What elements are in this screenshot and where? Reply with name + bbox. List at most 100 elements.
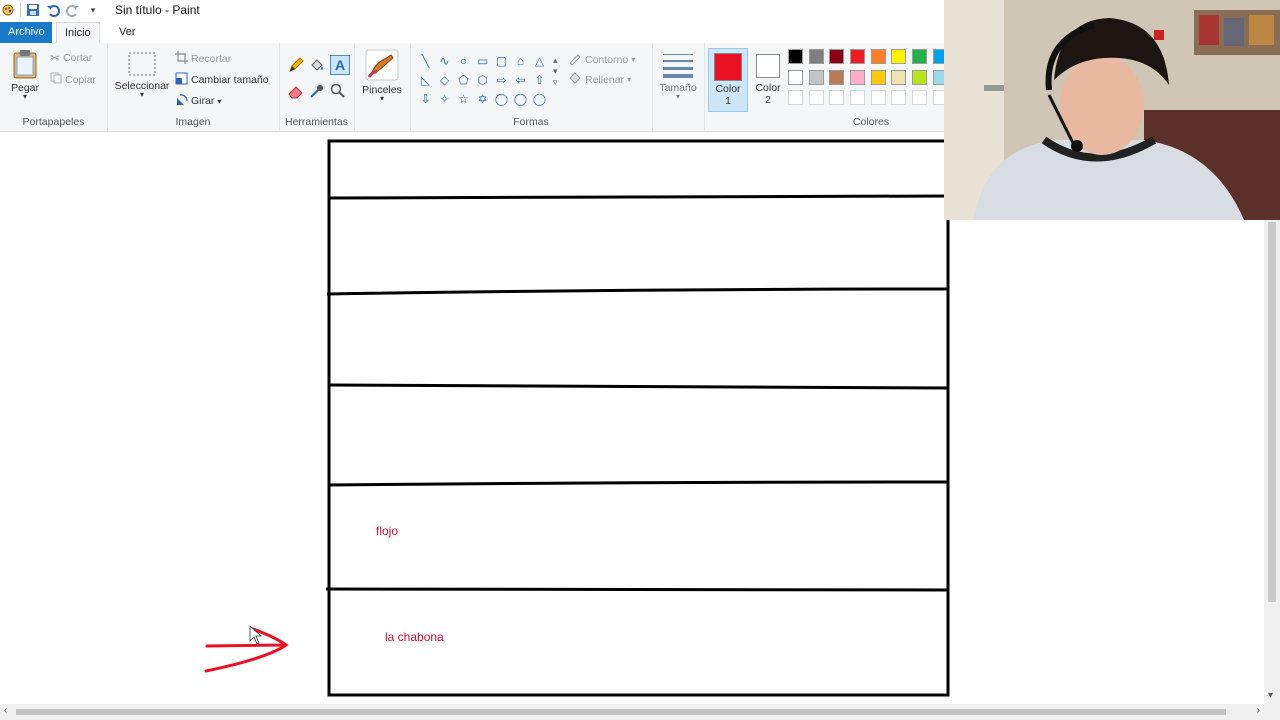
shape-19-icon[interactable]: ◯: [511, 89, 530, 108]
save-icon[interactable]: [25, 2, 41, 18]
palette-swatch-1-0[interactable]: [788, 69, 803, 85]
shape-14-icon[interactable]: ⇩: [416, 89, 435, 108]
paint-app-icon[interactable]: [0, 2, 16, 18]
colors-group-label: Colores: [852, 116, 890, 128]
palette-swatch-0-0[interactable]: [788, 49, 803, 64]
shape-0-icon[interactable]: ╲: [416, 51, 435, 70]
shape-16-icon[interactable]: ☆: [454, 89, 473, 108]
shape-10-icon[interactable]: ⬡: [473, 70, 492, 89]
shapes-group: ╲ ∿ ○ ▭ ▢ ⌂ △ ◺ ◇ ⬠ ⬡ ⇨ ⇦ ⇧ ⇩ ✧ ☆ ✡ ◯ ◯ ◯ ▴ ▾ ▿ Contorno ▾ Rell…: [410, 43, 653, 131]
shape-20-icon[interactable]: ◯: [530, 89, 549, 108]
shape-13-icon[interactable]: ⇧: [530, 70, 549, 89]
shape-6-icon[interactable]: △: [530, 51, 549, 70]
palette-swatch-0-4[interactable]: [870, 49, 886, 64]
shape-17-icon[interactable]: ✡: [473, 89, 492, 108]
shape-12-icon[interactable]: ⇦: [511, 70, 530, 89]
image-group-label: Imagen: [175, 116, 211, 128]
color1-button[interactable]: Color 1: [708, 48, 748, 112]
rotate-button[interactable]: Girar ▾: [175, 93, 221, 109]
palette-swatch-0-2[interactable]: [829, 49, 845, 64]
palette-swatch-1-1[interactable]: [808, 69, 824, 85]
brush-icon: [365, 49, 399, 81]
brushes-dropdown-icon[interactable]: ▾: [358, 95, 406, 103]
eraser-icon[interactable]: [288, 83, 304, 99]
palette-swatch-0-5[interactable]: [891, 49, 907, 64]
shape-18-icon[interactable]: ◯: [492, 89, 511, 108]
shape-1-icon[interactable]: ∿: [435, 51, 454, 70]
custom-color-slot[interactable]: [829, 90, 845, 106]
horizontal-scroll-thumb[interactable]: [16, 709, 1226, 715]
custom-color-slot[interactable]: [808, 90, 824, 106]
tab-view[interactable]: Ver: [111, 22, 144, 43]
scissors-icon: ✂: [50, 51, 61, 65]
palette-swatch-1-2[interactable]: [829, 69, 845, 85]
palette-swatch-1-3[interactable]: [850, 69, 866, 85]
shape-9-icon[interactable]: ⬠: [454, 70, 473, 89]
select-dropdown-icon[interactable]: ▾: [111, 91, 173, 99]
redo-icon[interactable]: [65, 2, 81, 18]
shape-11-icon[interactable]: ⇨: [492, 70, 511, 89]
vertical-scroll-thumb[interactable]: [1268, 222, 1276, 602]
shape-8-icon[interactable]: ◇: [435, 70, 454, 89]
table-divider-1: [328, 194, 949, 200]
horizontal-scrollbar[interactable]: ‹ ›: [0, 704, 1280, 720]
tab-home[interactable]: Inicio: [56, 22, 100, 44]
cut-button[interactable]: ✂ Cortar: [50, 51, 92, 65]
palette-swatch-0-1[interactable]: [808, 49, 824, 64]
shape-7-icon[interactable]: ◺: [416, 70, 435, 89]
shape-3-icon[interactable]: ▭: [473, 51, 492, 70]
shape-4-icon[interactable]: ▢: [492, 51, 511, 70]
palette-swatch-1-4[interactable]: [870, 69, 886, 85]
fill-button[interactable]: Rellenar ▾: [568, 71, 631, 88]
scroll-right-icon[interactable]: ›: [1257, 705, 1260, 716]
scroll-left-icon[interactable]: ‹: [4, 705, 7, 716]
palette-swatch-0-6[interactable]: [912, 49, 928, 64]
row-label-la-chabona: la chabona: [385, 630, 444, 644]
shapes-scroll-icon[interactable]: ▴ ▾ ▿: [553, 55, 558, 88]
copy-button[interactable]: Copiar: [50, 72, 96, 87]
resize-button[interactable]: Cambiar tamaño: [175, 72, 269, 88]
clipboard-icon: [13, 50, 37, 79]
table-divider-5: [325, 587, 949, 592]
custom-color-slot[interactable]: [870, 90, 886, 106]
outline-pen-icon: [568, 51, 582, 68]
size-group: Tamaño ▾: [652, 43, 705, 131]
shape-5-icon[interactable]: ⌂: [511, 51, 530, 70]
scroll-down-icon[interactable]: ▾: [1268, 690, 1273, 701]
clipboard-group-label: Portapapeles: [22, 116, 85, 128]
palette-swatch-1-6[interactable]: [912, 69, 928, 85]
fill-bucket-icon[interactable]: [309, 57, 325, 73]
crop-button[interactable]: Recortar: [175, 51, 231, 67]
magnifier-icon[interactable]: [330, 83, 346, 99]
custom-color-slot[interactable]: [788, 90, 803, 106]
shape-15-icon[interactable]: ✧: [435, 89, 454, 108]
size-dropdown-icon[interactable]: ▾: [656, 93, 700, 101]
tab-file[interactable]: Archivo: [0, 22, 52, 43]
select-button[interactable]: Seleccionar ▾: [111, 51, 173, 99]
custom-color-slot[interactable]: [912, 90, 928, 106]
custom-color-slot[interactable]: [891, 90, 907, 106]
customize-toolbar-chevron-icon[interactable]: ▾: [85, 2, 101, 18]
brushes-group: Pinceles ▾: [354, 43, 411, 131]
red-arrow-drawing: [204, 627, 289, 673]
color2-button[interactable]: Color 2: [749, 48, 787, 110]
vertical-scrollbar[interactable]: ▾: [1264, 220, 1280, 704]
size-button[interactable]: Tamaño ▾: [656, 51, 700, 101]
undo-icon[interactable]: [45, 2, 61, 18]
palette-swatch-0-3[interactable]: [850, 49, 866, 64]
quick-access-toolbar: ▾: [0, 2, 101, 18]
rotate-dropdown-icon[interactable]: ▾: [217, 97, 221, 106]
paste-button[interactable]: Pegar ▾: [6, 49, 44, 101]
color1-swatch: [714, 53, 742, 81]
custom-color-slot[interactable]: [850, 90, 866, 106]
pencil-icon[interactable]: [288, 57, 304, 73]
text-tool-icon[interactable]: A: [330, 55, 350, 75]
palette-swatch-1-5[interactable]: [891, 69, 907, 85]
window-title: Sin título - Paint: [115, 3, 200, 17]
color-palette: [788, 49, 954, 111]
shape-2-icon[interactable]: ○: [454, 51, 473, 70]
paste-dropdown-icon[interactable]: ▾: [6, 93, 44, 101]
brushes-button[interactable]: Pinceles ▾: [358, 49, 406, 103]
outline-button[interactable]: Contorno ▾: [568, 51, 635, 68]
color-picker-icon[interactable]: [309, 83, 325, 99]
